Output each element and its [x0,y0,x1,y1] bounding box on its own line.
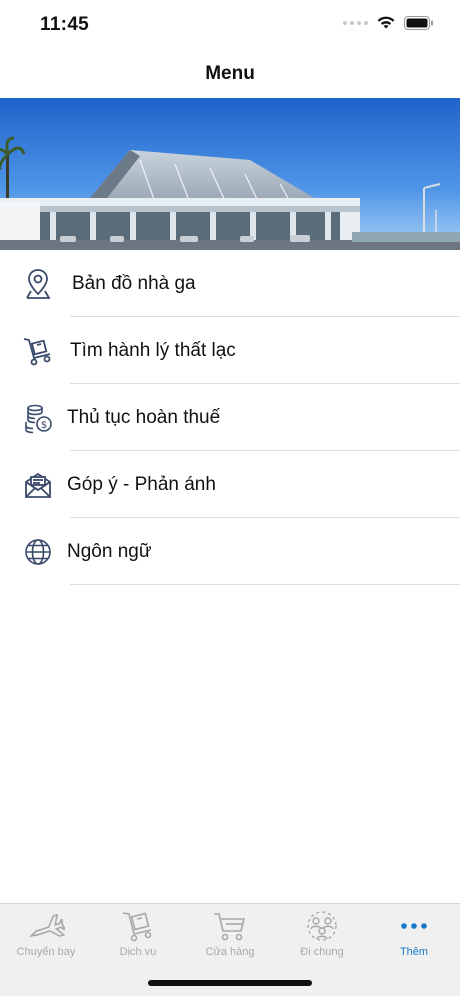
tab-label: Thêm [399,946,429,958]
airplane-icon [26,910,66,942]
shopping-cart-icon [210,910,250,942]
tab-carpool[interactable]: Đi chung [276,904,368,964]
divider [70,584,460,585]
menu-list: Bản đồ nhà ga Tìm hành lý thất lạc $ Thủ… [0,250,460,585]
tab-label: Chuyến bay [16,946,76,958]
service-cart-icon [118,910,158,942]
menu-item-language[interactable]: Ngôn ngữ [0,518,460,585]
more-dots-icon [394,910,434,942]
nav-bar: Menu [0,50,460,98]
page-title: Menu [205,63,255,84]
menu-item-label: Góp ý - Phản ánh [67,473,216,495]
svg-text:$: $ [41,420,47,431]
globe-icon [22,536,54,568]
mail-icon [22,469,54,501]
cellular-signal-icon [343,20,368,25]
tab-store[interactable]: Cửa hàng [184,904,276,964]
tab-services[interactable]: Dịch vụ [92,904,184,964]
menu-item-lost-luggage[interactable]: Tìm hành lý thất lạc [0,317,460,384]
tab-flights[interactable]: Chuyến bay [0,904,92,964]
tab-label: Đi chung [300,946,344,958]
menu-item-feedback[interactable]: Góp ý - Phản ánh [0,451,460,518]
menu-item-tax-refund[interactable]: $ Thủ tục hoàn thuế [0,384,460,451]
luggage-cart-icon [22,335,54,367]
home-indicator [148,980,312,986]
wifi-icon [377,16,395,29]
status-indicators [343,15,434,30]
menu-item-label: Thủ tục hoàn thuế [67,406,221,428]
status-time: 11:45 [40,14,90,35]
location-pin-icon [22,268,54,300]
tab-label: Cửa hàng [205,946,255,958]
menu-item-label: Bản đồ nhà ga [72,272,196,294]
battery-icon [404,15,433,30]
hero-airport-image [0,98,460,250]
group-icon [302,910,342,942]
tab-more[interactable]: Thêm [368,904,460,964]
status-bar: 11:45 [0,0,460,50]
menu-item-label: Ngôn ngữ [67,540,152,562]
menu-item-terminal-map[interactable]: Bản đồ nhà ga [0,250,460,317]
coins-refund-icon: $ [22,402,54,434]
menu-item-label: Tìm hành lý thất lạc [70,339,236,361]
tab-label: Dịch vụ [119,946,157,958]
